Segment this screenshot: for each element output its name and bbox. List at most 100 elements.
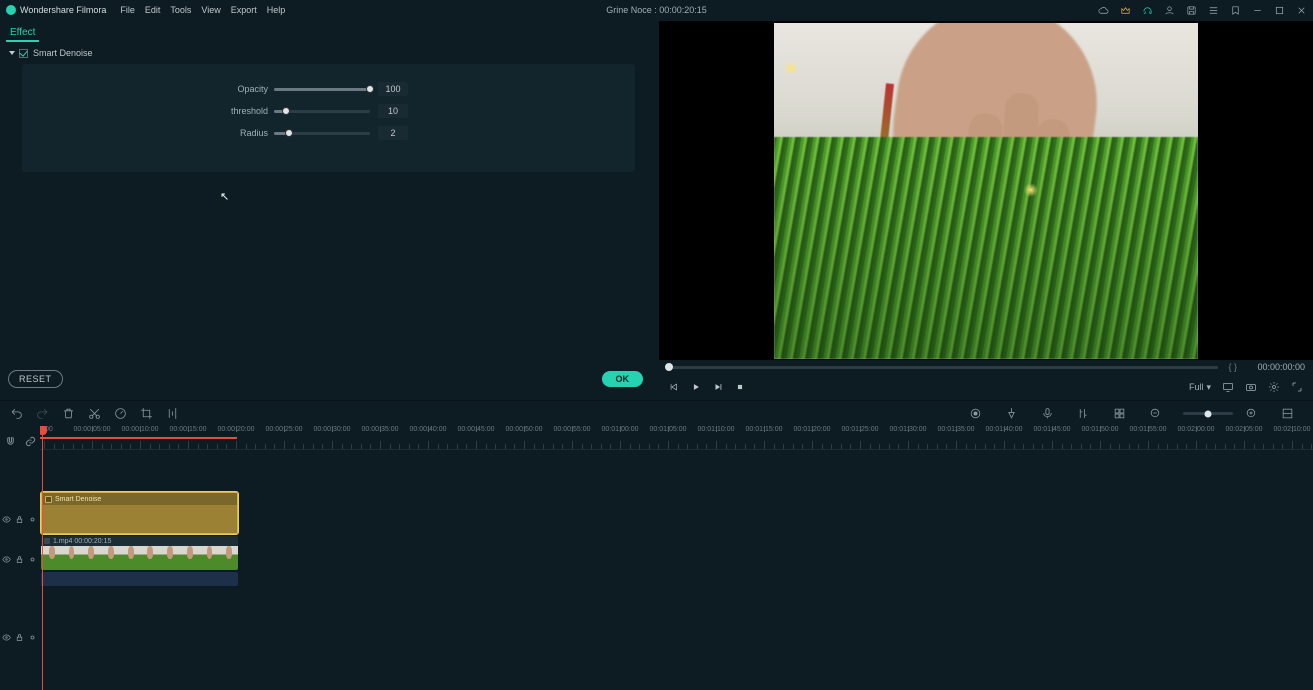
maximize-icon[interactable] — [1273, 4, 1285, 16]
link-icon[interactable] — [25, 436, 36, 447]
project-title: Grine Noce : 00:00:20:15 — [606, 5, 707, 15]
target-icon[interactable] — [28, 633, 37, 642]
speed-icon[interactable] — [112, 406, 128, 422]
preview-quality-label: Full — [1189, 382, 1204, 392]
track-head-audio — [0, 576, 40, 594]
track-head-video — [0, 542, 40, 576]
crown-icon[interactable] — [1119, 4, 1131, 16]
close-icon[interactable] — [1295, 4, 1307, 16]
settings-icon[interactable] — [1267, 381, 1280, 394]
ok-button[interactable]: OK — [602, 371, 644, 387]
timeline-toolbar — [0, 400, 1313, 426]
menubar: Wondershare Filmora File Edit Tools View… — [0, 0, 1313, 20]
lock-icon[interactable] — [15, 633, 24, 642]
opacity-value[interactable]: 100 — [378, 82, 408, 96]
cursor-icon: ↖ — [220, 190, 229, 203]
mixer-icon[interactable] — [1075, 406, 1091, 422]
effect-panel: Effect Smart Denoise Opacity 100 thresho… — [0, 20, 657, 400]
marker-icon[interactable] — [1003, 406, 1019, 422]
timeline-ruler[interactable]: 00:0000:00:05:0000:00:10:0000:00:15:0000… — [40, 426, 1313, 450]
app-logo-icon — [6, 5, 16, 15]
display-icon[interactable] — [1221, 381, 1234, 394]
crop-icon[interactable] — [138, 406, 154, 422]
expand-icon[interactable] — [1290, 381, 1303, 394]
timeline-body[interactable]: 00:0000:00:05:0000:00:10:0000:00:15:0000… — [40, 426, 1313, 690]
list-icon[interactable] — [1207, 4, 1219, 16]
effect-clip[interactable]: Smart Denoise — [41, 492, 238, 534]
play-icon[interactable] — [689, 380, 703, 394]
preview-duration: 00:00:00:00 — [1243, 362, 1305, 372]
save-icon[interactable] — [1185, 4, 1197, 16]
reset-button[interactable]: RESET — [8, 370, 63, 388]
preview-scrubber[interactable]: { } 00:00:00:00 — [657, 360, 1313, 374]
minimize-icon[interactable] — [1251, 4, 1263, 16]
timeline-gutter — [0, 426, 40, 690]
headphones-icon[interactable] — [1141, 4, 1153, 16]
radius-value[interactable]: 2 — [378, 126, 408, 140]
eye-icon[interactable] — [2, 555, 11, 564]
radius-slider[interactable] — [274, 132, 370, 135]
undo-icon[interactable] — [8, 406, 24, 422]
user-icon[interactable] — [1163, 4, 1175, 16]
clip-fx-icon — [45, 496, 52, 503]
app-name: Wondershare Filmora — [20, 5, 106, 15]
preview-viewport — [659, 21, 1313, 360]
zoom-slider[interactable] — [1183, 412, 1233, 415]
video-clip[interactable]: 1.mp4 00:00:20:15 — [41, 536, 238, 570]
next-frame-icon[interactable] — [711, 380, 725, 394]
threshold-slider[interactable] — [274, 110, 370, 113]
preview-frame — [774, 23, 1198, 359]
target-icon[interactable] — [28, 555, 37, 564]
menu-export[interactable]: Export — [231, 5, 257, 15]
grid-icon[interactable] — [1111, 406, 1127, 422]
audio-clip[interactable] — [41, 572, 238, 586]
zoom-fit-icon[interactable] — [1279, 406, 1295, 422]
effect-enable-checkbox[interactable] — [19, 49, 28, 58]
lock-icon[interactable] — [15, 555, 24, 564]
timeline: 00:0000:00:05:0000:00:10:0000:00:15:0000… — [0, 426, 1313, 690]
chevron-down-icon: ▾ — [1206, 382, 1211, 393]
in-out-brackets[interactable]: { } — [1228, 362, 1237, 372]
effect-section-header[interactable]: Smart Denoise — [0, 42, 657, 64]
target-icon[interactable] — [28, 515, 37, 524]
chevron-down-icon — [9, 51, 15, 55]
bookmark-icon[interactable] — [1229, 4, 1241, 16]
record-icon[interactable] — [967, 406, 983, 422]
redo-icon[interactable] — [34, 406, 50, 422]
zoom-in-icon[interactable] — [1243, 406, 1259, 422]
radius-label: Radius — [42, 128, 274, 138]
menu-view[interactable]: View — [201, 5, 220, 15]
snapshot-icon[interactable] — [1244, 381, 1257, 394]
effect-track[interactable]: Smart Denoise — [40, 490, 1313, 536]
threshold-value[interactable]: 10 — [378, 104, 408, 118]
eye-icon[interactable] — [2, 633, 11, 642]
mic-icon[interactable] — [1039, 406, 1055, 422]
zoom-out-icon[interactable] — [1147, 406, 1163, 422]
menu-edit[interactable]: Edit — [145, 5, 161, 15]
effect-body: Opacity 100 threshold 10 Radius 2 — [22, 64, 635, 172]
eye-icon[interactable] — [2, 515, 11, 524]
track-head-extra — [0, 622, 40, 652]
audio-track[interactable] — [40, 570, 1313, 588]
tab-effect[interactable]: Effect — [6, 27, 39, 42]
preview-panel: { } 00:00:00:00 Full▾ — [657, 20, 1313, 400]
menu-tools[interactable]: Tools — [170, 5, 191, 15]
menu-help[interactable]: Help — [267, 5, 286, 15]
clip-video-icon — [44, 538, 50, 544]
lock-icon[interactable] — [15, 515, 24, 524]
video-clip-name: 1.mp4 00:00:20:15 — [53, 538, 111, 545]
video-track[interactable]: 1.mp4 00:00:20:15 — [40, 536, 1313, 570]
delete-icon[interactable] — [60, 406, 76, 422]
audio-adjust-icon[interactable] — [164, 406, 180, 422]
cut-icon[interactable] — [86, 406, 102, 422]
stop-icon[interactable] — [733, 380, 747, 394]
menu-file[interactable]: File — [120, 5, 135, 15]
prev-frame-icon[interactable] — [667, 380, 681, 394]
opacity-slider[interactable] — [274, 88, 370, 91]
track-head-effect — [0, 496, 40, 542]
cloud-icon[interactable] — [1097, 4, 1109, 16]
magnet-icon[interactable] — [5, 436, 16, 447]
playhead[interactable] — [42, 426, 43, 690]
opacity-label: Opacity — [42, 84, 274, 94]
preview-quality-dropdown[interactable]: Full▾ — [1189, 382, 1211, 393]
